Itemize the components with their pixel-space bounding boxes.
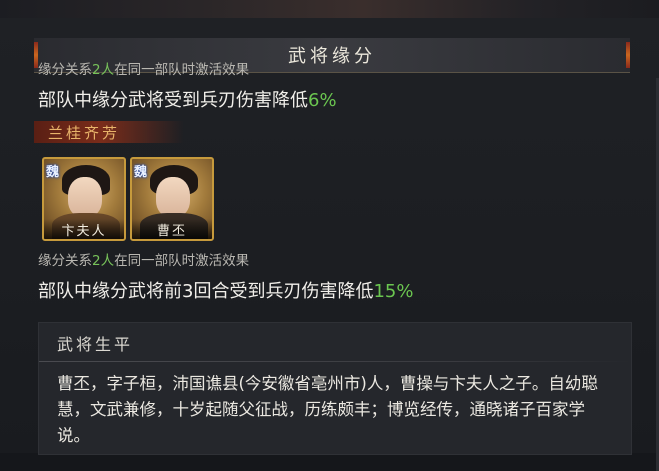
bond1-condition-prefix: 缘分关系 [38,62,92,78]
faction-icon: 魏 [134,165,148,180]
general-card-bianfuren[interactable]: 魏 卞夫人 [42,157,126,241]
biography-title: 武将生平 [57,335,134,354]
bond1-effect-text: 部队中缘分武将受到兵刃伤害降低 [38,90,308,111]
faction-icon: 魏 [46,165,60,180]
panel-title: 武将缘分 [288,46,376,67]
bond-panel: 武将缘分 缘分关系2人在同一部队时激活效果 部队中缘分武将受到兵刃伤害降低6% … [0,18,659,471]
bond2-effect-value: 15% [373,281,414,302]
biography-text: 曹丕，字子桓，沛国谯县(今安徽省亳州市)人，曹操与卞夫人之子。自幼聪慧，文武兼修… [57,374,598,445]
general-name: 曹丕 [132,219,212,239]
biography-divider [39,361,631,362]
bond2-condition: 缘分关系2人在同一部队时激活效果 [38,249,249,269]
bond1-condition: 缘分关系2人在同一部队时激活效果 [38,58,249,78]
bond2-effect: 部队中缘分武将前3回合受到兵刃伤害降低15% [38,277,413,303]
set-name: 兰桂齐芳 [48,123,121,142]
bond2-condition-count: 2人 [92,253,115,269]
set-name-tag: 兰桂齐芳 [34,121,184,143]
bond2-effect-text: 部队中缘分武将前3回合受到兵刃伤害降低 [38,281,374,302]
face-shape [156,177,190,217]
face-shape [68,177,102,217]
biography-section: 武将生平 曹丕，字子桓，沛国谯县(今安徽省亳州市)人，曹操与卞夫人之子。自幼聪慧… [38,322,632,455]
bond2-condition-prefix: 缘分关系 [38,253,92,269]
general-card-caopi[interactable]: 魏 曹丕 [130,157,214,241]
bond2-condition-suffix: 在同一部队时激活效果 [114,253,250,269]
top-decoration [0,0,659,18]
bond1-effect-value: 6% [308,90,337,111]
bond1-condition-suffix: 在同一部队时激活效果 [114,62,250,78]
bond1-effect: 部队中缘分武将受到兵刃伤害降低6% [38,86,337,112]
general-name: 卞夫人 [44,219,124,239]
bond1-condition-count: 2人 [92,62,115,78]
